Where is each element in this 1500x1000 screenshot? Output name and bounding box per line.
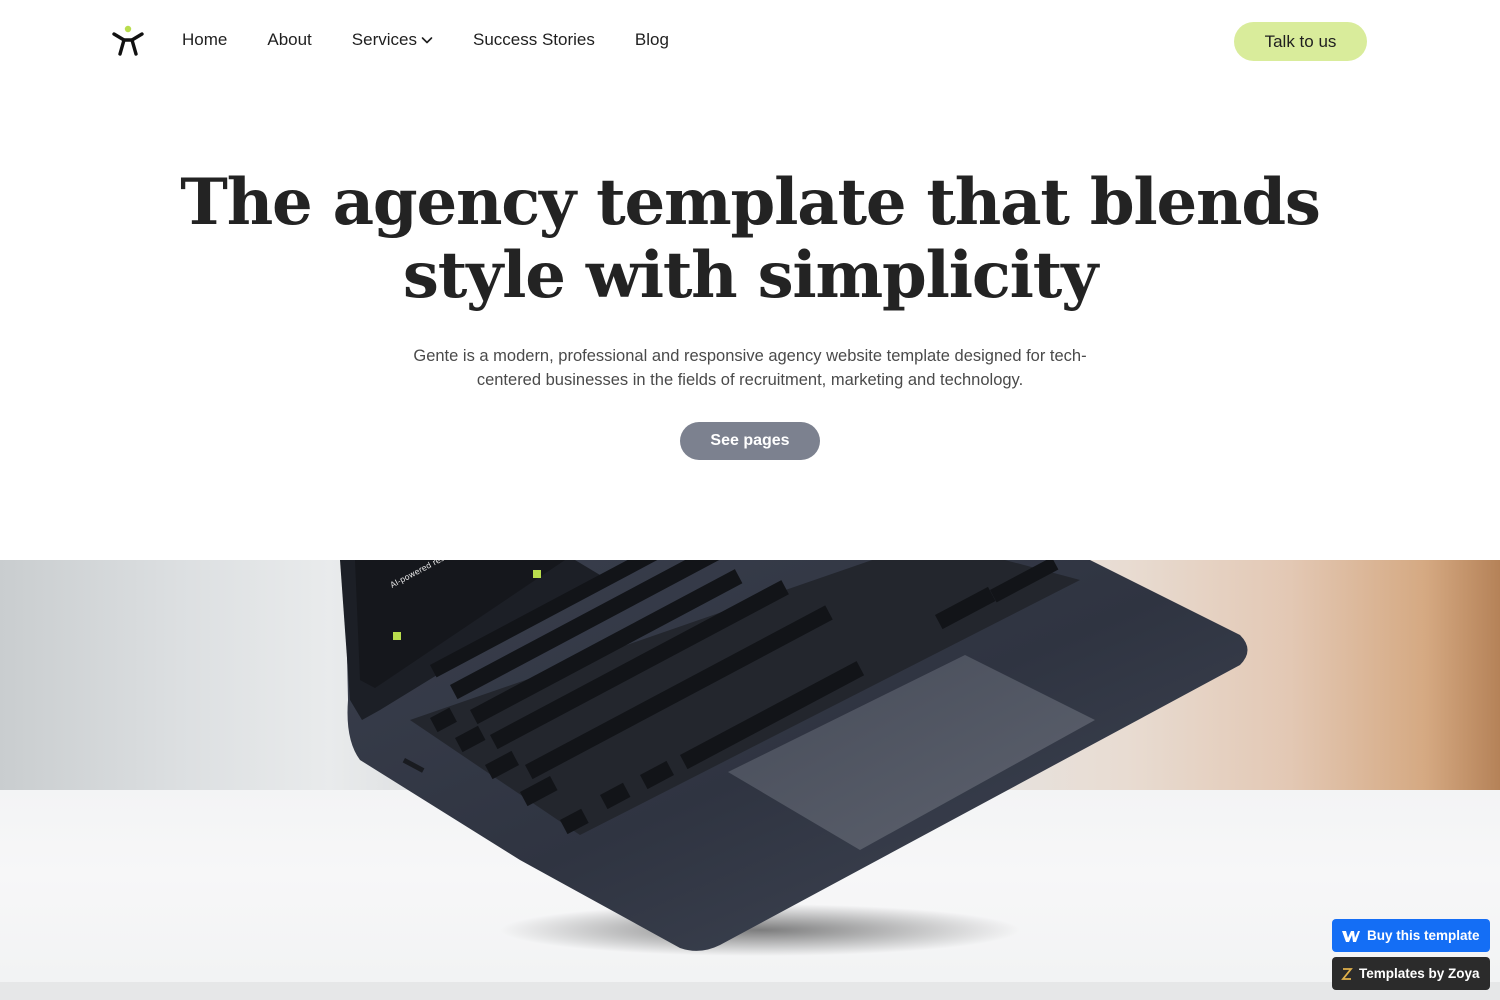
nav-link-label: Success Stories bbox=[472, 30, 595, 49]
hero-title: The agency template that blends style wi… bbox=[150, 166, 1350, 312]
buy-this-template-button[interactable]: Buy this template bbox=[1332, 919, 1490, 952]
see-pages-button[interactable]: See pages bbox=[680, 422, 820, 460]
templates-by-zoya-button[interactable]: Templates by Zoya bbox=[1332, 957, 1490, 990]
nav-link-home[interactable]: Home bbox=[182, 30, 227, 50]
chevron-down-icon bbox=[421, 37, 433, 44]
top-navigation: Home About Services Success Stories Blog… bbox=[0, 0, 1500, 82]
hero-title-line: The agency template that blends bbox=[180, 165, 1321, 240]
webflow-logo-icon bbox=[1342, 930, 1360, 942]
hero-subtitle: Gente is a modern, professional and resp… bbox=[390, 344, 1110, 392]
hero-subtitle-line: Gente is a modern, professional and resp… bbox=[413, 347, 1087, 365]
zoya-logo-icon bbox=[1341, 967, 1353, 980]
screen-accent-square bbox=[533, 570, 541, 578]
buy-label: Buy this template bbox=[1367, 928, 1480, 943]
hero-title-line: style with simplicity bbox=[402, 238, 1098, 313]
nav-link-services[interactable]: Services bbox=[352, 30, 433, 50]
hero-laptop-image: AI-powered resume screening bbox=[0, 560, 1500, 1000]
screen-accent-square bbox=[393, 632, 401, 640]
nav-links: Home About Services Success Stories Blog bbox=[182, 30, 669, 50]
nav-link-blog[interactable]: Blog bbox=[635, 30, 669, 50]
nav-link-success-stories[interactable]: Success Stories bbox=[473, 30, 595, 50]
nav-link-label: Home bbox=[182, 30, 228, 49]
nav-link-label: Services bbox=[351, 30, 417, 49]
nav-link-about[interactable]: About bbox=[267, 30, 311, 50]
zoya-label: Templates by Zoya bbox=[1359, 966, 1480, 981]
talk-to-us-button[interactable]: Talk to us bbox=[1234, 22, 1367, 61]
hero-subtitle-line: centered businesses in the fields of rec… bbox=[476, 371, 1024, 389]
nav-link-label: Blog bbox=[634, 30, 669, 49]
gente-logo-icon[interactable] bbox=[110, 24, 146, 58]
laptop-illustration: AI-powered resume screening bbox=[340, 560, 1248, 956]
nav-link-label: About bbox=[267, 30, 312, 49]
